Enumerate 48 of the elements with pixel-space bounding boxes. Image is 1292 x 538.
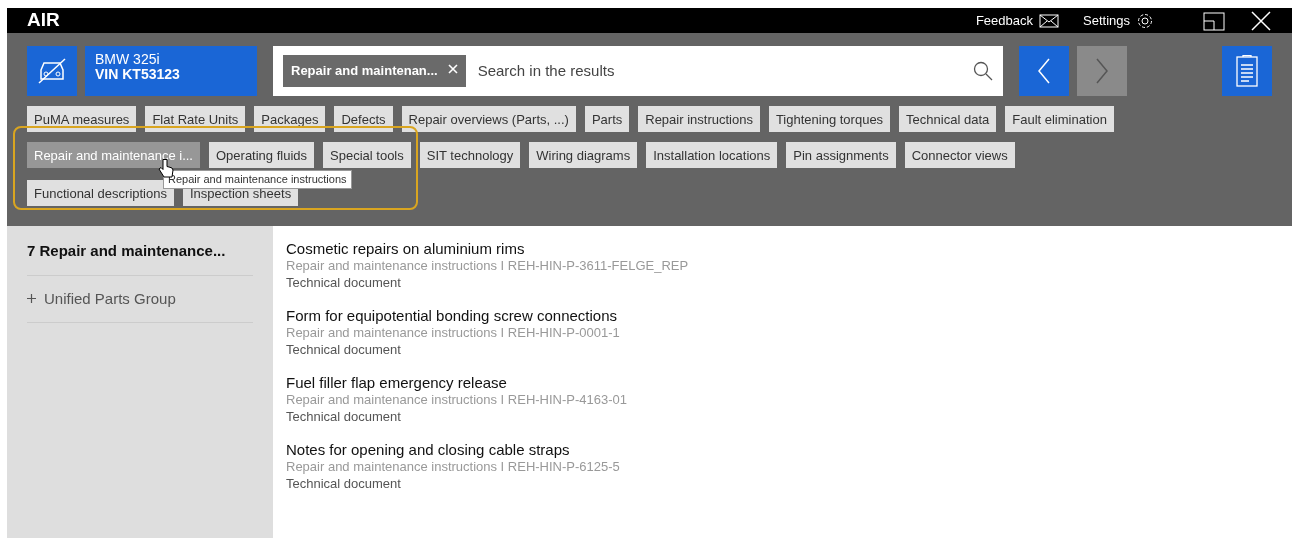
filter-button[interactable]: Technical data <box>899 106 997 132</box>
filter-button[interactable]: Fault elimination <box>1005 106 1114 132</box>
filter-chip[interactable]: Repair and maintenan... <box>283 55 466 87</box>
filter-button[interactable]: Pin assignments <box>786 142 896 168</box>
envelope-icon <box>1039 13 1059 28</box>
filter-button[interactable]: Parts <box>584 106 630 132</box>
vehicle-button[interactable] <box>27 46 77 96</box>
result-source: Repair and maintenance instructions I REH-HIN-P-3611-FELGE_REP <box>286 257 689 274</box>
filter-button[interactable]: Repair instructions <box>638 106 760 132</box>
settings-link[interactable]: Settings <box>1083 10 1154 31</box>
filter-button[interactable]: Special tools <box>323 142 411 168</box>
result-title[interactable]: Notes for opening and closing cable straps <box>286 441 689 458</box>
result-type: Technical document <box>286 475 402 492</box>
app-title: AIR <box>27 8 60 33</box>
vehicle-info[interactable]: BMW 325i VIN KT53123 <box>85 46 257 96</box>
restore-icon[interactable] <box>1202 10 1226 31</box>
sidebar-heading: 7 Repair and maintenance... <box>27 240 253 276</box>
filter-button[interactable]: Packages <box>254 106 326 132</box>
clipboard-icon <box>1236 55 1258 87</box>
feedback-link[interactable]: Feedback <box>975 10 1059 31</box>
filter-button[interactable]: PuMA measures <box>27 106 137 132</box>
chevron-right-icon <box>1094 57 1110 85</box>
result-title[interactable]: Cosmetic repairs on aluminium rims <box>286 240 689 257</box>
result-source: Repair and maintenance instructions I REH-HIN-P-6125-5 <box>286 458 621 475</box>
search-icon[interactable] <box>973 61 993 81</box>
filter-button[interactable]: Tightening torques <box>768 106 891 132</box>
search-bar[interactable]: Repair and maintenan... Search in the results <box>273 46 1003 96</box>
filter-button[interactable]: Connector views <box>904 142 1015 168</box>
close-icon[interactable] <box>1250 9 1272 32</box>
filter-button[interactable]: Operating fluids <box>209 142 315 168</box>
result-source: Repair and maintenance instructions I REH-HIN-P-0001-1 <box>286 324 621 341</box>
result-title[interactable]: Fuel filler flap emergency release <box>286 374 689 391</box>
settings-icon <box>1136 11 1154 30</box>
document-button[interactable] <box>1222 46 1272 96</box>
filter-button[interactable]: Wiring diagrams <box>529 142 638 168</box>
result-type: Technical document <box>286 274 402 291</box>
filter-button[interactable]: Flat Rate Units <box>145 106 246 132</box>
chevron-left-icon <box>1036 57 1052 85</box>
filter-button[interactable]: SIT technology <box>419 142 521 168</box>
result-source: Repair and maintenance instructions I REH-HIN-P-4163-01 <box>286 391 629 408</box>
result-type: Technical document <box>286 341 402 358</box>
filter-button[interactable]: Repair overviews (Parts, ...) <box>401 106 576 132</box>
sidebar-item[interactable]: Unified Parts Group <box>27 275 253 323</box>
result-title[interactable]: Form for equipotential bonding screw connections <box>286 307 689 324</box>
filter-button[interactable]: Installation locations <box>646 142 778 168</box>
filter-button[interactable]: Defects <box>334 106 393 132</box>
result-type: Technical document <box>286 408 402 425</box>
tooltip: Repair and maintenance instructions <box>163 170 352 189</box>
